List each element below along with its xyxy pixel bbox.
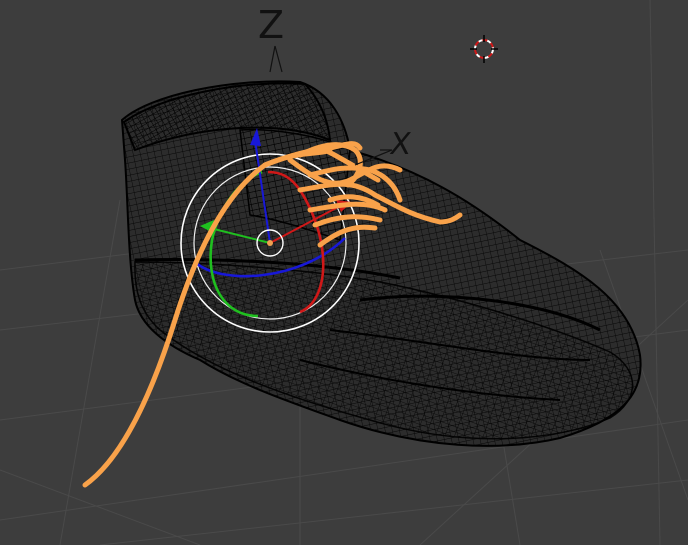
viewport-right-edge [650,0,688,545]
3d-viewport[interactable]: Z X [0,0,688,545]
z-axis-label: Z [258,3,285,47]
x-axis-label: X [387,127,414,162]
axis-indicators [269,45,393,166]
